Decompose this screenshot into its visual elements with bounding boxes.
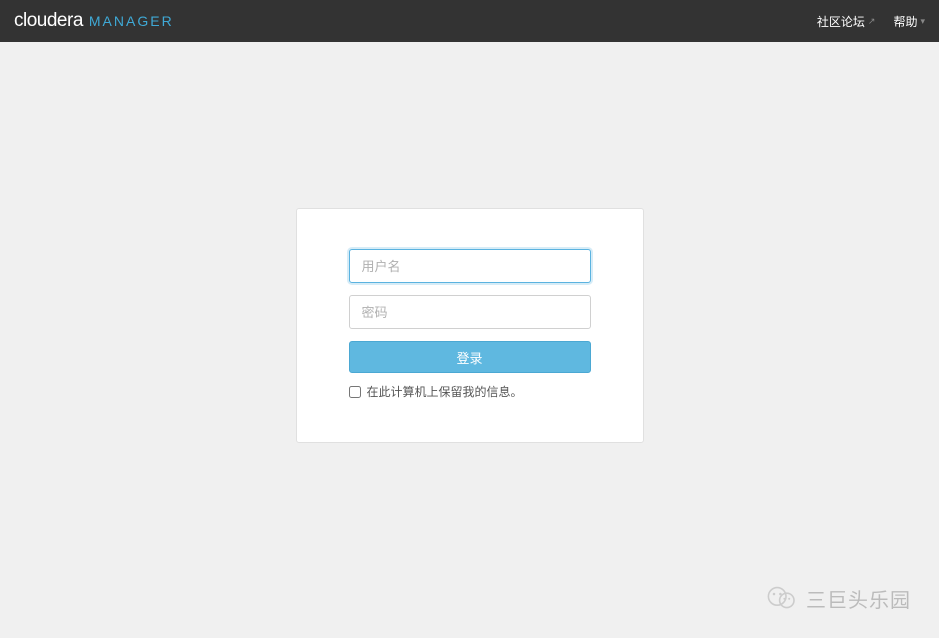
help-link[interactable]: 帮助 ▾: [893, 13, 925, 30]
logo-product: MANAGER: [89, 13, 174, 29]
watermark: 三巨头乐园: [766, 582, 911, 614]
login-button[interactable]: 登录: [349, 341, 591, 373]
header-nav: 社区论坛 ↗ 帮助 ▾: [817, 13, 925, 30]
watermark-text: 三巨头乐园: [806, 584, 911, 613]
login-panel: 登录 在此计算机上保留我的信息。: [296, 208, 644, 443]
username-input[interactable]: [349, 249, 591, 283]
wechat-icon: [766, 582, 798, 614]
help-label: 帮助: [893, 13, 917, 30]
remember-me-label[interactable]: 在此计算机上保留我的信息。: [367, 383, 523, 400]
remember-me-row: 在此计算机上保留我的信息。: [349, 383, 591, 400]
community-forum-label: 社区论坛: [817, 13, 865, 30]
chevron-down-icon: ▾: [920, 16, 925, 27]
community-forum-link[interactable]: 社区论坛 ↗: [817, 13, 876, 30]
external-link-icon: ↗: [868, 16, 876, 27]
app-header: cloudera MANAGER 社区论坛 ↗ 帮助 ▾: [0, 0, 939, 42]
remember-me-checkbox[interactable]: [349, 386, 361, 398]
app-logo: cloudera MANAGER: [14, 10, 174, 32]
logo-brand: cloudera: [14, 10, 83, 32]
password-input[interactable]: [349, 295, 591, 329]
